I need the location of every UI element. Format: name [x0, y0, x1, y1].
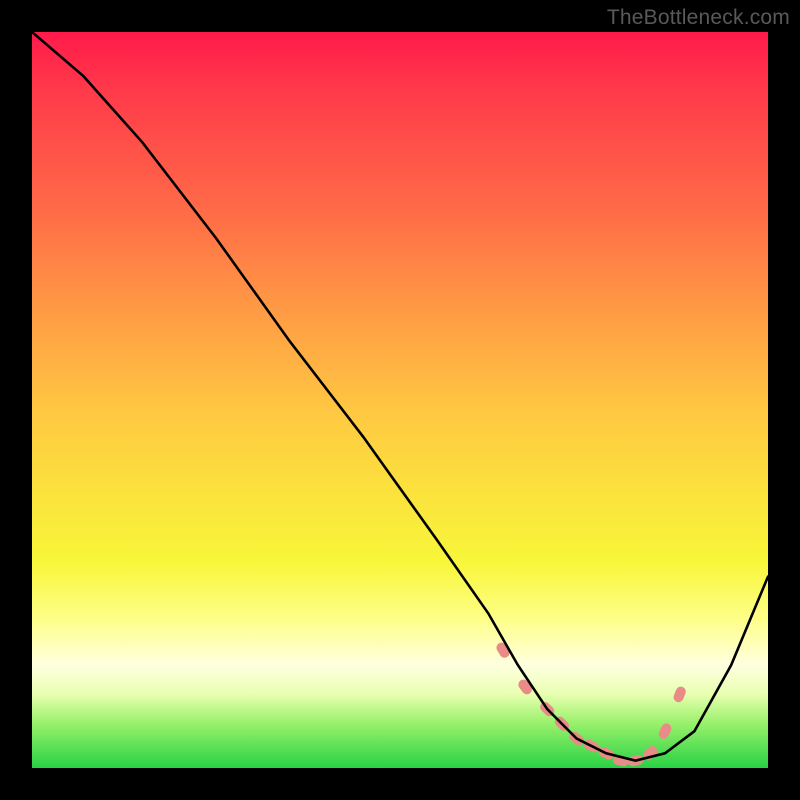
optimal-marker: [672, 685, 687, 704]
plot-area: [32, 32, 768, 768]
chart-frame: TheBottleneck.com: [0, 0, 800, 800]
watermark-text: TheBottleneck.com: [607, 6, 790, 30]
bottleneck-curve: [32, 32, 768, 761]
optimal-marker: [657, 722, 673, 741]
optimal-range-markers: [495, 641, 688, 768]
curve-layer: [32, 32, 768, 768]
